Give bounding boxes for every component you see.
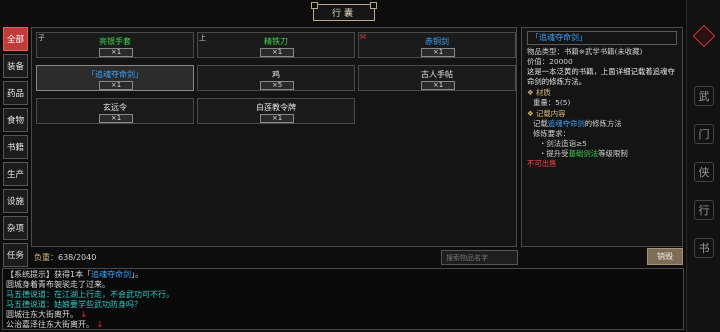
item-slot-selected[interactable]: 「追魂夺命剑」 ×1 — [36, 65, 194, 91]
destroy-button[interactable]: 销毁 — [647, 248, 683, 265]
item-slot[interactable]: M 赤铜剑 ×1 — [358, 32, 516, 58]
category-tabs: 全部 装备 药品 食物 书籍 生产 设施 杂项 任务 — [3, 27, 28, 270]
unsellable-label: 不可出售 — [527, 159, 557, 168]
down-arrow-icon: ↓ — [80, 310, 88, 319]
item-slot[interactable]: 古人手帖 ×1 — [358, 65, 516, 91]
tab-misc[interactable]: 杂项 — [3, 216, 28, 240]
item-name: 「追魂夺命剑」 — [87, 70, 143, 79]
item-qty: ×1 — [99, 81, 133, 90]
item-name: 古人手帖 — [421, 70, 453, 79]
inventory-panel: 子 亮银手套 ×1 上 精铁刀 ×1 M 赤铜剑 ×1 「追魂夺命剑」 ×1 鸡… — [31, 27, 517, 247]
carry-weight: 负重：638/2040 — [34, 253, 97, 262]
item-name: 亮银手套 — [99, 37, 131, 46]
item-name: 白莲教令牌 — [256, 103, 296, 112]
log-line: 马五德说道：姑娘要学些武功防身吗？ — [6, 300, 142, 309]
menu-diamond-icon[interactable] — [692, 24, 716, 48]
detail-price: 价值：20000 — [527, 57, 573, 66]
tab-quest[interactable]: 任务 — [3, 243, 28, 267]
tab-equipment[interactable]: 装备 — [3, 54, 28, 78]
tab-all[interactable]: 全部 — [3, 27, 28, 51]
log-line: 圆城身着青布袈裟走了过来。 — [6, 280, 110, 289]
item-search-input[interactable] — [441, 250, 518, 265]
sidebar-travel-icon[interactable]: 行 — [694, 200, 714, 220]
item-name: 玄远令 — [103, 103, 127, 112]
log-line: 【系统提示】获得1本「追魂夺命剑」。 — [6, 270, 144, 279]
sidebar-sect-icon[interactable]: 门 — [694, 124, 714, 144]
down-arrow-icon: ↓ — [96, 320, 104, 329]
detail-weight: 重量：5(5) — [533, 98, 571, 107]
requirement-2: ・提升受基础剑法等级限制 — [539, 149, 628, 158]
item-name: 鸡 — [272, 70, 280, 79]
panel-title: 行囊 — [311, 2, 377, 21]
message-log: 【系统提示】获得1本「追魂夺命剑」。 圆城身着青布袈裟走了过来。 马五德说道：在… — [2, 268, 684, 330]
tab-facilities[interactable]: 设施 — [3, 189, 28, 213]
item-slot[interactable]: 玄远令 ×1 — [36, 98, 194, 124]
detail-title: 「追魂夺命剑」 — [527, 31, 677, 45]
tab-books[interactable]: 书籍 — [3, 135, 28, 159]
right-sidebar: 武 门 侠 行 书 — [686, 0, 720, 332]
item-qty: ×1 — [421, 48, 455, 57]
item-slot[interactable]: 上 精铁刀 ×1 — [197, 32, 355, 58]
item-name: 赤铜剑 — [425, 37, 449, 46]
tab-medicine[interactable]: 药品 — [3, 81, 28, 105]
record-line: 记载追魂夺命剑的修炼方法 — [533, 119, 622, 128]
item-slot[interactable]: 鸡 ×5 — [197, 65, 355, 91]
requirement-heading: 修炼要求： — [533, 129, 570, 138]
item-slot[interactable]: 白莲教令牌 ×1 — [197, 98, 355, 124]
tab-food[interactable]: 食物 — [3, 108, 28, 132]
item-qty: ×1 — [99, 114, 133, 123]
item-qty: ×5 — [260, 81, 294, 90]
sidebar-hero-icon[interactable]: 侠 — [694, 162, 714, 182]
sidebar-martial-icon[interactable]: 武 — [694, 86, 714, 106]
detail-description: 这是一本泛黄的书籍，上面详细记载着追魂夺命剑的修炼方法。 — [527, 67, 675, 86]
item-qty: ×1 — [99, 48, 133, 57]
log-line: 马五德说道：在江湖上行走，不会武功可不行。 — [6, 290, 174, 299]
material-heading: ❖ 材质 — [527, 88, 551, 97]
item-qty: ×1 — [421, 81, 455, 90]
record-heading: ❖ 记载内容 — [527, 109, 566, 118]
item-name: 精铁刀 — [264, 37, 288, 46]
sidebar-book-icon[interactable]: 书 — [694, 238, 714, 258]
log-line: 圆城往东大街离开。 ↓ — [6, 310, 88, 319]
item-qty: ×1 — [260, 114, 294, 123]
tab-production[interactable]: 生产 — [3, 162, 28, 186]
item-slot[interactable]: 子 亮银手套 ×1 — [36, 32, 194, 58]
requirement-1: ・剑法造诣≥5 — [539, 139, 587, 148]
log-line: 公治嘉泽往东大街离开。 ↓ — [6, 320, 104, 329]
detail-type: 物品类型：书籍※武学书籍(未收藏) — [527, 47, 643, 56]
item-detail-panel: 「追魂夺命剑」 物品类型：书籍※武学书籍(未收藏) 价值：20000 这是一本泛… — [521, 27, 683, 247]
item-qty: ×1 — [260, 48, 294, 57]
